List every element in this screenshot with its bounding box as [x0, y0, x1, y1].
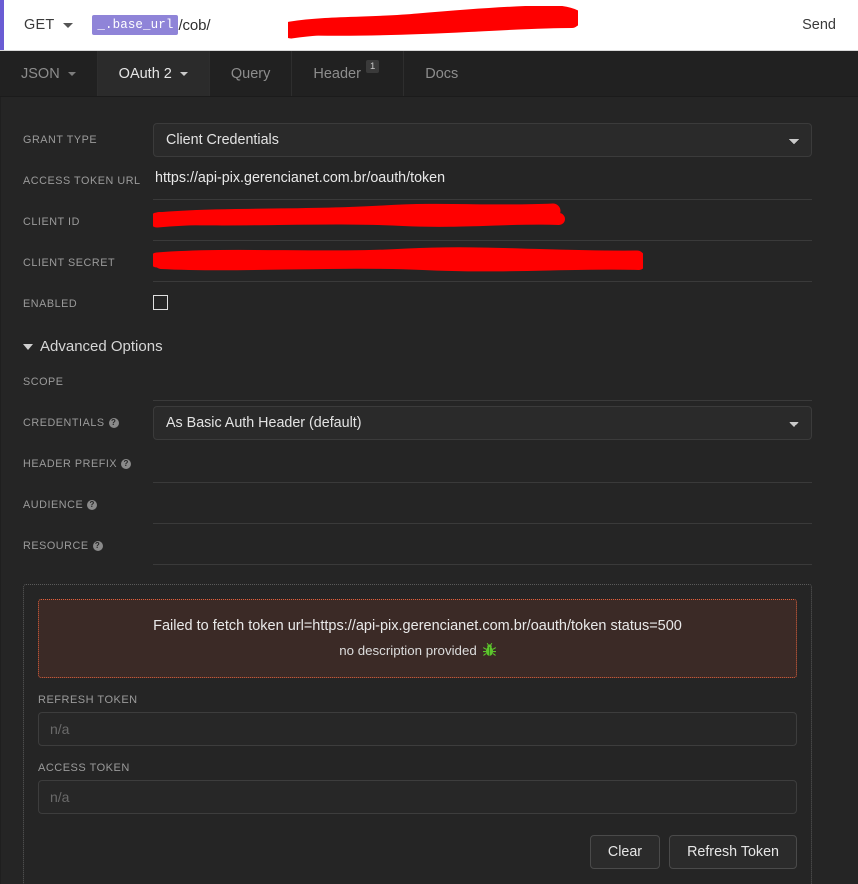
token-actions: Clear Refresh Token: [38, 835, 797, 870]
chevron-down-icon: [23, 343, 33, 350]
check-icon: [155, 297, 166, 306]
request-accent-bar: [0, 0, 4, 50]
http-method-dropdown[interactable]: GET: [24, 17, 74, 33]
field-row-credentials: CREDENTIALS ? As Basic Auth Header (defa…: [1, 402, 836, 443]
tab-oauth2-label: OAuth 2: [118, 65, 172, 82]
token-error-detail-row: no description provided: [51, 642, 784, 659]
resource-label: RESOURCE ?: [23, 540, 153, 552]
audience-label-text: AUDIENCE: [23, 498, 84, 511]
enabled-checkbox[interactable]: [153, 294, 168, 310]
tab-oauth2[interactable]: OAuth 2: [97, 51, 210, 96]
token-error-box: Failed to fetch token url=https://api-pi…: [38, 599, 797, 679]
help-icon[interactable]: ?: [87, 499, 98, 510]
enabled-label: ENABLED: [23, 297, 78, 310]
bug-icon: [482, 642, 496, 659]
scope-label: SCOPE: [23, 375, 64, 388]
tab-json[interactable]: JSON: [0, 51, 98, 96]
token-panel: Failed to fetch token url=https://api-pi…: [23, 584, 812, 884]
field-row-audience: AUDIENCE ?: [1, 484, 836, 525]
template-variable-pill[interactable]: _.base_url: [92, 15, 179, 35]
access-token-label: ACCESS TOKEN: [38, 762, 130, 775]
help-icon[interactable]: ?: [108, 417, 119, 428]
oauth2-form: GRANT TYPE Client Credentials ACCESS TOK…: [1, 97, 836, 884]
access-token-url-input[interactable]: [153, 161, 812, 200]
grant-type-select[interactable]: Client Credentials: [153, 122, 812, 157]
refresh-token-input[interactable]: [38, 712, 797, 747]
resource-label-text: RESOURCE: [23, 539, 89, 552]
client-id-input[interactable]: [153, 202, 812, 241]
header-count-badge: 1: [365, 59, 380, 74]
field-row-header-prefix: HEADER PREFIX ?: [1, 443, 836, 484]
header-prefix-label: HEADER PREFIX ?: [23, 458, 153, 470]
client-id-label: CLIENT ID: [23, 215, 80, 228]
advanced-options-label: Advanced Options: [40, 338, 163, 355]
help-icon[interactable]: ?: [92, 540, 103, 551]
field-row-scope: SCOPE: [1, 361, 836, 402]
tab-docs[interactable]: Docs: [404, 51, 479, 96]
send-button[interactable]: Send: [802, 17, 836, 33]
clear-button[interactable]: Clear: [589, 835, 661, 870]
request-tabs: JSON OAuth 2 Query Header 1 Docs: [0, 51, 858, 97]
audience-label: AUDIENCE ?: [23, 499, 153, 511]
client-secret-label: CLIENT SECRET: [23, 256, 116, 269]
redaction-scribble-url: [288, 6, 579, 39]
tab-query[interactable]: Query: [210, 51, 293, 96]
url-input[interactable]: _.base_url /cob/: [92, 0, 802, 50]
credentials-select[interactable]: As Basic Auth Header (default): [153, 405, 812, 440]
refresh-token-label: REFRESH TOKEN: [38, 694, 138, 707]
grant-type-label: GRANT TYPE: [23, 133, 98, 146]
header-prefix-input[interactable]: [153, 444, 812, 483]
help-icon[interactable]: ?: [121, 458, 132, 469]
access-token-input[interactable]: [38, 780, 797, 815]
credentials-label-text: CREDENTIALS: [23, 416, 105, 429]
client-secret-input[interactable]: [153, 243, 812, 282]
http-method-label: GET: [24, 17, 55, 33]
scope-input[interactable]: [153, 362, 812, 401]
field-row-client-id: CLIENT ID: [1, 201, 836, 242]
tab-query-label: Query: [230, 65, 271, 82]
field-row-grant-type: GRANT TYPE Client Credentials: [1, 119, 836, 160]
tab-docs-label: Docs: [425, 65, 459, 82]
oauth2-request-pane: GET _.base_url /cob/ Send JSON OAuth 2 Q…: [0, 0, 858, 884]
token-error-message: Failed to fetch token url=https://api-pi…: [153, 618, 682, 634]
advanced-options-toggle[interactable]: Advanced Options: [1, 324, 836, 361]
token-error-detail: no description provided: [339, 643, 477, 659]
url-path-text: /cob/: [178, 16, 211, 34]
chevron-down-icon: [179, 71, 188, 76]
resource-input[interactable]: [153, 526, 812, 565]
tab-header[interactable]: Header 1: [292, 51, 405, 96]
credentials-label: CREDENTIALS ?: [23, 417, 153, 429]
header-prefix-label-text: HEADER PREFIX: [23, 457, 118, 470]
oauth2-settings-panel: GRANT TYPE Client Credentials ACCESS TOK…: [0, 97, 858, 884]
url-bar: GET _.base_url /cob/ Send: [0, 0, 858, 51]
field-row-client-secret: CLIENT SECRET: [1, 242, 836, 283]
chevron-down-icon: [63, 22, 74, 28]
field-row-enabled: ENABLED: [1, 283, 836, 324]
tab-header-label: Header: [313, 65, 361, 82]
tab-json-label: JSON: [21, 65, 60, 82]
refresh-token-button[interactable]: Refresh Token: [669, 835, 797, 870]
field-row-access-token-url: ACCESS TOKEN URL: [1, 160, 836, 201]
chevron-down-icon: [67, 71, 76, 76]
audience-input[interactable]: [153, 485, 812, 524]
field-row-resource: RESOURCE ?: [1, 525, 836, 566]
access-token-url-label: ACCESS TOKEN URL: [23, 174, 141, 187]
